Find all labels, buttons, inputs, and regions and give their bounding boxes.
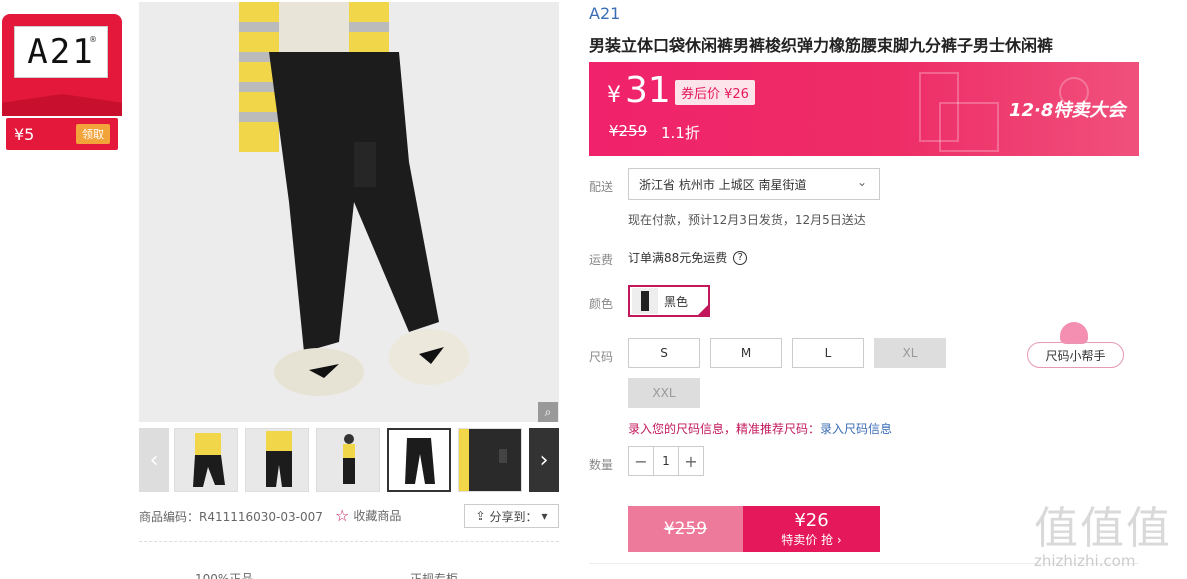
promo-title: 12·8特卖大会 — [1009, 100, 1126, 121]
size-helper-mascot-icon — [1060, 322, 1088, 344]
star-icon: ☆ — [335, 506, 350, 525]
coupon-amount: ¥5 — [14, 124, 35, 144]
color-option-label: 黑色 — [664, 294, 689, 309]
quantity-decrease-button[interactable]: − — [629, 447, 653, 475]
product-photo — [139, 2, 559, 422]
freight-label: 运费 — [589, 253, 614, 267]
quantity-label: 数量 — [589, 458, 614, 472]
thumbnail-next-button[interactable]: › — [529, 428, 559, 492]
original-price: ¥259 — [609, 122, 648, 140]
chevron-down-icon: ⌄ — [856, 175, 867, 189]
discount-rate: 1.1折 — [661, 124, 700, 142]
product-main-image[interactable] — [139, 2, 559, 422]
size-info-prompt: 录入您的尺码信息，精准推荐尺码：录入尺码信息 — [628, 420, 892, 437]
freight-text: 订单满88元免运费 — [628, 251, 728, 265]
brand-logo-text: A21 — [27, 32, 95, 72]
color-option-black[interactable]: 黑色 — [628, 285, 710, 317]
current-price: ¥ 31 — [607, 70, 671, 111]
buy-label: 特卖价 抢 › — [781, 533, 842, 547]
claim-coupon-button[interactable]: 领取 — [76, 124, 110, 144]
size-option-l[interactable]: L — [792, 338, 864, 368]
product-title: 男装立体口袋休闲裤男裤梭织弹力橡筋腰束脚九分裤子男士休闲裤 — [589, 36, 1054, 55]
color-label: 颜色 — [589, 297, 614, 311]
favorite-label: 收藏商品 — [353, 509, 402, 523]
help-icon[interactable]: ? — [733, 250, 748, 265]
enter-size-link[interactable]: 录入尺码信息 — [820, 422, 892, 436]
size-label: 尺码 — [589, 350, 614, 364]
buy-price: ¥26 — [794, 510, 829, 531]
quantity-increase-button[interactable]: + — [679, 447, 703, 475]
store-coupon[interactable]: A21 ® ¥5 领取 — [2, 14, 122, 152]
brand-link[interactable]: A21 — [589, 4, 620, 23]
watermark-glyphs: 值值值 — [1034, 503, 1172, 554]
guarantee-counter: 正规专柜 — [410, 572, 459, 579]
zoom-icon[interactable]: ⌕ — [538, 402, 558, 422]
thumbnail-prev-button[interactable]: ‹ — [139, 428, 169, 492]
currency-symbol: ¥ — [607, 83, 621, 108]
selected-check-icon — [696, 303, 710, 317]
share-button[interactable]: ⇪ 分享到： ▾ — [464, 504, 559, 528]
guarantee-genuine: 100%正品 — [195, 572, 254, 579]
size-option-s[interactable]: S — [628, 338, 700, 368]
favorite-button[interactable]: ☆ 收藏商品 — [335, 506, 401, 525]
registered-mark: ® — [89, 35, 97, 44]
current-price-value: 31 — [625, 70, 671, 111]
coupon-bottom: ¥5 领取 — [6, 118, 118, 150]
size-option-xl: XL — [874, 338, 946, 368]
thumbnail[interactable] — [245, 428, 309, 492]
product-sku: 商品编码：R411116030-03-007 — [139, 510, 323, 524]
shipping-location-select[interactable]: 浙江省 杭州市 上城区 南星街道 ⌄ — [628, 168, 880, 200]
brand-logo: A21 ® — [14, 26, 108, 78]
share-label: 分享到： — [489, 509, 538, 524]
size-helper-button[interactable]: 尺码小帮手 — [1027, 342, 1124, 368]
thumbnail[interactable] — [316, 428, 380, 492]
price-banner: ¥ 31 券后价 ¥26 ¥259 1.1折 12·8特卖大会 — [589, 62, 1139, 156]
thumbnail-strip: ‹ › — [139, 428, 559, 492]
banner-decoration — [939, 102, 999, 152]
delivery-estimate: 现在付款，预计12月3日发货，12月5日送达 — [628, 213, 866, 227]
shipping-label: 配送 — [589, 180, 614, 194]
site-watermark: 值值值 zhizhizhi.com — [1034, 492, 1184, 578]
chevron-down-icon: ▾ — [541, 509, 548, 523]
buy-bar: ¥259 ¥26 特卖价 抢 › — [628, 506, 880, 552]
freight-info: 订单满88元免运费 ? — [628, 249, 748, 266]
quantity-stepper: − 1 + — [628, 446, 704, 476]
divider — [139, 541, 559, 542]
coupon-price-badge: 券后价 ¥26 — [675, 80, 755, 105]
thumbnail[interactable] — [174, 428, 238, 492]
thumbnail-active[interactable] — [387, 428, 451, 492]
thumbnail[interactable] — [458, 428, 522, 492]
size-option-xxl: XXL — [628, 378, 700, 408]
shipping-location-value: 浙江省 杭州市 上城区 南星街道 — [639, 177, 807, 192]
share-icon: ⇪ — [475, 509, 486, 523]
quantity-input[interactable]: 1 — [653, 447, 679, 475]
size-info-text: 录入您的尺码信息，精准推荐尺码： — [628, 422, 821, 436]
buy-original-price: ¥259 — [628, 506, 743, 552]
size-option-m[interactable]: M — [710, 338, 782, 368]
buy-now-button[interactable]: ¥26 特卖价 抢 › — [743, 506, 880, 552]
color-swatch-image — [632, 288, 658, 314]
